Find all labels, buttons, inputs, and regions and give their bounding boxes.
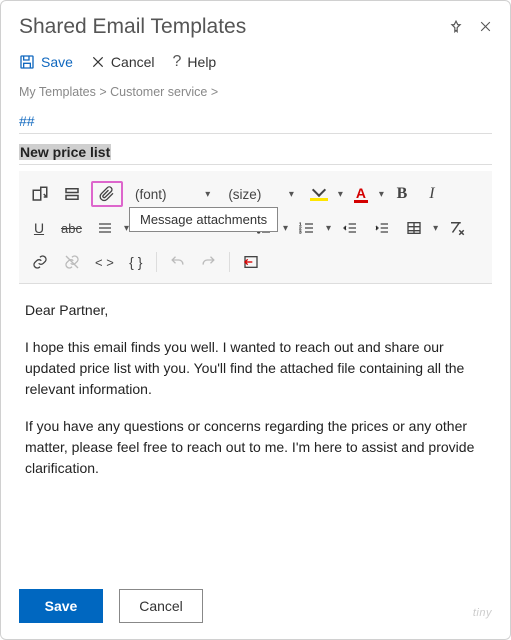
toolbar-row-3: < > { } <box>27 245 484 279</box>
import-button[interactable] <box>238 249 264 275</box>
insert-macro-icon[interactable] <box>27 181 53 207</box>
shortcut-value: ## <box>19 113 35 129</box>
breadcrumb-folder[interactable]: Customer service <box>110 85 207 99</box>
close-icon[interactable] <box>479 20 492 34</box>
size-select[interactable]: (size) ▾ <box>222 185 300 204</box>
fontcolor-button[interactable]: A <box>349 181 373 207</box>
subject-value: New price list <box>19 144 111 160</box>
pin-icon[interactable] <box>449 20 463 34</box>
panel: Shared Email Templates Save <box>0 0 511 640</box>
fontcolor-icon: A <box>354 186 368 203</box>
separator <box>229 252 230 272</box>
bold-button[interactable]: B <box>390 181 414 207</box>
chevron-down-icon[interactable]: ▾ <box>326 223 331 234</box>
breadcrumb-root[interactable]: My Templates <box>19 85 96 99</box>
tooltip-text: Message attachments <box>140 212 267 227</box>
strike-button[interactable]: abc <box>57 215 86 241</box>
link-button[interactable] <box>27 249 53 275</box>
placeholder-button[interactable]: { } <box>124 249 148 275</box>
cancel-label: Cancel <box>111 54 155 70</box>
svg-text:3: 3 <box>299 229 302 234</box>
underline-button[interactable]: U <box>27 215 51 241</box>
chevron-down-icon[interactable]: ▾ <box>338 189 343 200</box>
unlink-button <box>59 249 85 275</box>
highlight-icon <box>310 187 328 201</box>
subject-field[interactable]: New price list <box>19 144 492 165</box>
italic-button[interactable]: I <box>420 181 444 207</box>
cancel-icon <box>91 55 105 69</box>
cancel-action[interactable]: Cancel <box>91 54 155 70</box>
indent-button[interactable] <box>369 215 395 241</box>
save-label: Save <box>41 54 73 70</box>
size-select-label: (size) <box>228 187 261 202</box>
help-action[interactable]: ? Help <box>173 53 217 71</box>
chevron-down-icon: ▾ <box>289 189 294 200</box>
highlight-button[interactable] <box>306 181 332 207</box>
save-icon <box>19 54 35 70</box>
html-button[interactable]: < > <box>91 249 118 275</box>
paperclip-icon <box>99 185 115 203</box>
separator <box>156 252 157 272</box>
body-p2: I hope this email finds you well. I want… <box>25 337 486 400</box>
header: Shared Email Templates <box>19 15 492 39</box>
chevron-down-icon[interactable]: ▾ <box>379 189 384 200</box>
help-icon: ? <box>173 53 182 71</box>
chevron-down-icon[interactable]: ▾ <box>433 223 438 234</box>
shortcut-field[interactable]: ## <box>19 113 492 134</box>
breadcrumb: My Templates > Customer service > <box>19 85 492 99</box>
clear-format-button[interactable] <box>444 215 470 241</box>
font-select[interactable]: (font) ▾ <box>129 185 216 204</box>
save-button[interactable]: Save <box>19 589 103 623</box>
body-p3: If you have any questions or concerns re… <box>25 416 486 479</box>
attachment-button[interactable] <box>91 181 123 207</box>
editor-toolbar: (font) ▾ (size) ▾ ▾ A ▾ B I Message atta… <box>19 171 492 284</box>
help-label: Help <box>187 54 216 70</box>
footer: Save Cancel tiny <box>19 589 492 623</box>
panel-title: Shared Email Templates <box>19 15 246 39</box>
chevron-down-icon: ▾ <box>205 189 210 200</box>
cancel-button[interactable]: Cancel <box>119 589 203 623</box>
tooltip: Message attachments <box>129 207 278 232</box>
outdent-button[interactable] <box>337 215 363 241</box>
insert-section-icon[interactable] <box>59 181 85 207</box>
font-select-label: (font) <box>135 187 167 202</box>
paragraph-button[interactable] <box>92 215 118 241</box>
actionbar: Save Cancel ? Help <box>19 53 492 71</box>
redo-button <box>196 249 221 275</box>
save-action[interactable]: Save <box>19 54 73 70</box>
toolbar-row-1: (font) ▾ (size) ▾ ▾ A ▾ B I <box>27 177 484 211</box>
tiny-logo: tiny <box>473 607 492 619</box>
chevron-down-icon[interactable]: ▾ <box>283 223 288 234</box>
header-icons <box>449 20 492 34</box>
email-body[interactable]: Dear Partner, I hope this email finds yo… <box>19 284 492 479</box>
undo-button <box>165 249 190 275</box>
table-button[interactable] <box>401 215 427 241</box>
number-list-button[interactable]: 123 <box>294 215 320 241</box>
body-p1: Dear Partner, <box>25 300 486 321</box>
